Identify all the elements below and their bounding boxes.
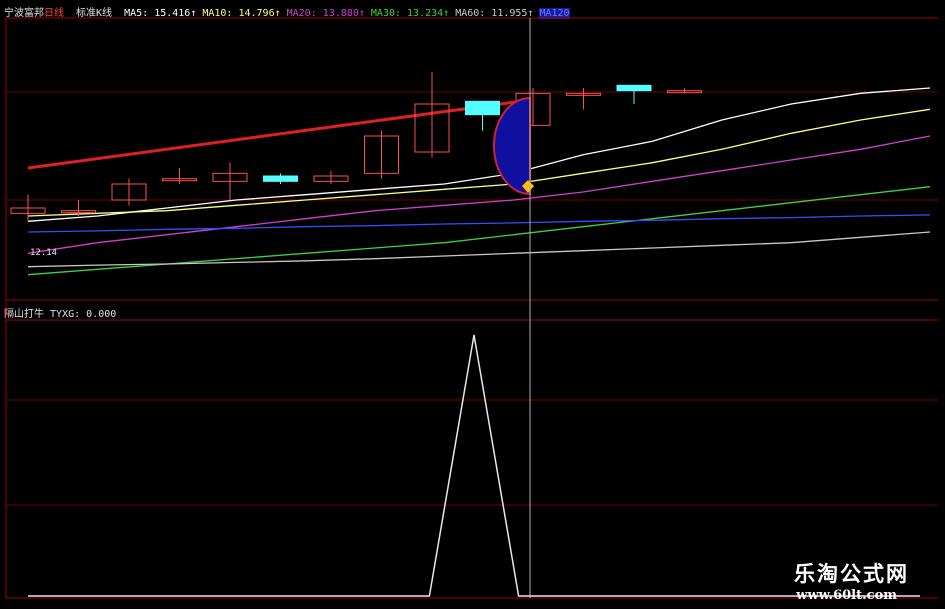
trend-line	[27, 98, 531, 170]
chart-canvas[interactable]: 12.14	[0, 0, 945, 609]
ma-line-ma60	[27, 231, 931, 268]
ma-line-ma20	[27, 135, 931, 254]
ma-line-ma120	[27, 214, 931, 233]
candle-body	[465, 100, 500, 116]
watermark-title: 乐淘公式网	[794, 561, 909, 586]
candle-body	[616, 84, 652, 92]
watermark-url: www.60lt.com	[796, 588, 897, 603]
price-label: 12.14	[30, 248, 57, 258]
indicator-line-tyxg	[28, 334, 920, 597]
stock-chart-window: 宁波富邦日线 标准K线 MA5: 15.416↑ MA10: 14.796↑ MA2…	[0, 0, 945, 609]
candle-body	[263, 175, 298, 182]
